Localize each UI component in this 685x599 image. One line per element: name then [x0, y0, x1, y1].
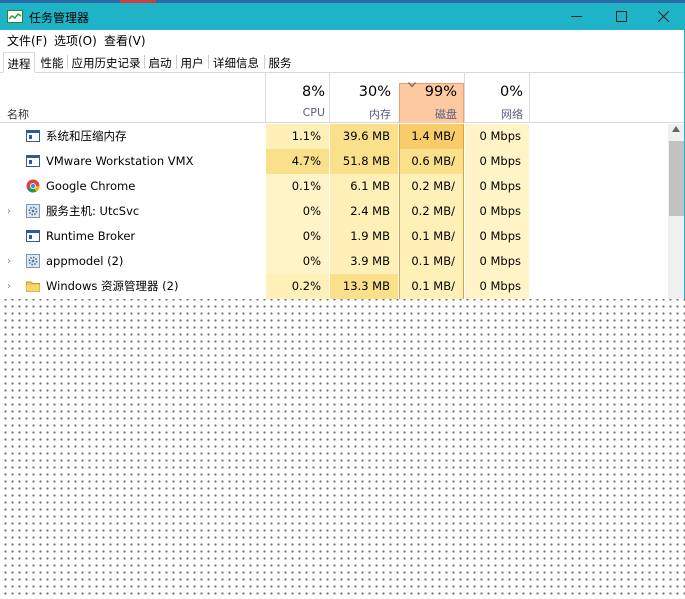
process-memory: 3.9 MB [330, 249, 398, 274]
process-cpu: 1.1% [266, 124, 329, 149]
chrome-icon [26, 179, 40, 193]
process-disk: 0.2 MB/秒 [399, 174, 464, 218]
process-network: 0 Mbps [465, 274, 529, 299]
tab-performance[interactable]: 性能 [38, 52, 66, 73]
tab-bar: 进程 性能 应用历史记录 启动 用户 详细信息 服务 [0, 51, 685, 73]
process-name: appmodel (2) [46, 254, 124, 268]
process-name: 服务主机: UtcSvc [46, 204, 140, 218]
expand-chevron-icon[interactable]: › [7, 199, 11, 224]
process-cpu: 4.7% [266, 149, 329, 174]
process-name: Runtime Broker [46, 229, 136, 243]
process-row[interactable]: 系统和压缩内存 1.1%39.6 MB1.4 MB/秒0 Mbps [0, 124, 668, 168]
expand-chevron-icon[interactable]: › [7, 274, 11, 299]
system-window-icon [26, 154, 40, 168]
process-network: 0 Mbps [465, 149, 529, 174]
process-name: VMware Workstation VMX [46, 154, 194, 168]
disk-column-header[interactable]: 磁盘 [402, 106, 457, 122]
process-row[interactable]: › 服务主机: UtcSvc 0%2.4 MB0.2 MB/秒0 Mbps [0, 199, 668, 243]
process-memory: 6.1 MB [330, 174, 398, 199]
process-memory: 51.8 MB [330, 149, 398, 174]
column-header: 名称 8% CPU 30% 内存 99% 磁盘 0% 网络 [0, 73, 685, 123]
title-bar[interactable]: 任务管理器 [0, 3, 685, 30]
process-disk: 0.1 MB/秒 [399, 274, 464, 299]
scrollbar-thumb[interactable] [669, 141, 684, 216]
tab-app-history[interactable]: 应用历史记录 [70, 52, 142, 73]
process-name: Windows 资源管理器 (2) [46, 279, 179, 293]
process-network: 0 Mbps [465, 174, 529, 199]
close-icon [657, 11, 669, 22]
process-cpu: 0% [266, 224, 329, 249]
tab-users[interactable]: 用户 [178, 52, 206, 73]
process-network: 0 Mbps [465, 224, 529, 249]
tab-services[interactable]: 服务 [266, 52, 294, 73]
process-name: 系统和压缩内存 [46, 129, 127, 143]
process-row[interactable]: Runtime Broker 0%1.9 MB0.1 MB/秒0 Mbps [0, 224, 668, 268]
process-memory: 39.6 MB [330, 124, 398, 149]
process-network: 0 Mbps [465, 124, 529, 149]
cpu-total-percent[interactable]: 8% [268, 84, 325, 100]
process-disk: 0.6 MB/秒 [399, 149, 464, 193]
minimize-button[interactable] [554, 3, 598, 30]
window-title: 任务管理器 [29, 11, 90, 25]
process-list: 系统和压缩内存1.1%39.6 MB1.4 MB/秒0 MbpsVMware W… [0, 124, 685, 299]
expand-chevron-icon[interactable]: › [7, 249, 11, 274]
process-disk: 0.2 MB/秒 [399, 199, 464, 243]
process-cpu: 0.1% [266, 174, 329, 199]
menu-bar: 文件(F) 选项(O) 查看(V) [0, 30, 685, 49]
minimize-icon [570, 16, 582, 17]
task-manager-app-icon [7, 10, 23, 23]
vertical-scrollbar[interactable] [668, 124, 685, 299]
tab-processes[interactable]: 进程 [3, 52, 35, 73]
gear-icon [26, 204, 40, 218]
process-disk: 0.1 MB/秒 [399, 249, 464, 293]
disk-total-percent[interactable]: 99% [402, 84, 457, 100]
process-cpu: 0% [266, 249, 329, 274]
process-network: 0 Mbps [465, 249, 529, 274]
process-disk: 0.1 MB/秒 [399, 224, 464, 268]
process-name: Google Chrome [46, 179, 136, 193]
process-memory: 13.3 MB [330, 274, 398, 299]
tab-startup[interactable]: 启动 [146, 52, 174, 73]
menu-options[interactable]: 选项(O) [54, 32, 97, 49]
cpu-column-header[interactable]: CPU [268, 106, 325, 119]
menu-view[interactable]: 查看(V) [104, 32, 146, 49]
network-column-header[interactable]: 网络 [467, 106, 523, 122]
tab-details[interactable]: 详细信息 [210, 52, 262, 73]
task-manager-window: 任务管理器 文件(F) 选项(O) 查看(V) 进程 性能 应用历史记录 启动 … [0, 0, 685, 299]
network-total-percent[interactable]: 0% [467, 84, 523, 100]
close-button[interactable] [641, 3, 685, 30]
process-row[interactable]: VMware Workstation VMX 4.7% 51.8 MB 0.6 MB/… [0, 149, 668, 193]
system-window-icon [26, 229, 40, 243]
maximize-icon [615, 11, 627, 22]
process-row[interactable]: › appmodel (2) 0%3.9 MB0.1 MB/秒0 Mbps [0, 249, 668, 293]
memory-column-header[interactable]: 内存 [332, 106, 391, 122]
process-memory: 1.9 MB [330, 224, 398, 249]
process-row[interactable]: › Windows 资源管理器 (2) 0.2%13.3 MB0.1 MB/秒0 M… [0, 274, 668, 299]
process-memory: 2.4 MB [330, 199, 398, 224]
process-cpu: 0% [266, 199, 329, 224]
column-name-header[interactable]: 名称 [7, 106, 29, 122]
process-network: 0 Mbps [465, 199, 529, 224]
memory-total-percent[interactable]: 30% [332, 84, 391, 100]
system-window-icon [26, 129, 40, 143]
process-disk: 1.4 MB/秒 [399, 124, 464, 168]
gear-icon [26, 254, 40, 268]
menu-file[interactable]: 文件(F) [7, 32, 47, 49]
process-row[interactable]: Google Chrome 0.1%6.1 MB0.2 MB/秒0 Mbps [0, 174, 668, 218]
folder-icon [26, 279, 40, 293]
process-cpu: 0.2% [266, 274, 329, 299]
maximize-button[interactable] [599, 3, 643, 30]
scroll-up-icon[interactable] [672, 126, 680, 132]
